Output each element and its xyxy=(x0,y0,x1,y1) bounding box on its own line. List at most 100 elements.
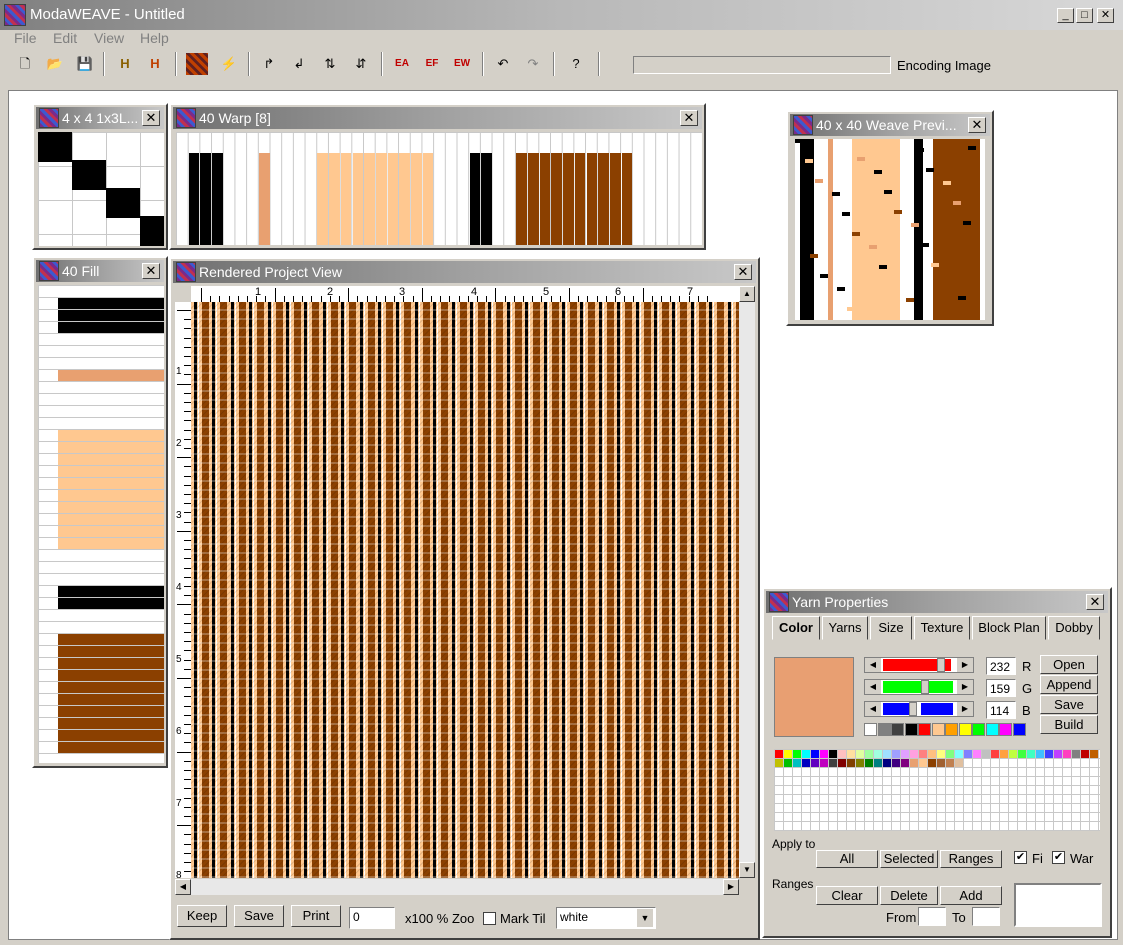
rotate-right-icon[interactable]: ↱ xyxy=(258,53,280,75)
close-icon[interactable]: ✕ xyxy=(142,110,160,126)
open-folder-icon[interactable]: 📂 xyxy=(44,53,66,75)
warp-thread xyxy=(200,153,212,245)
save-disk-icon[interactable]: 💾 xyxy=(74,53,96,75)
render-window-title[interactable]: Rendered Project View ✕ xyxy=(173,261,756,283)
menu-view[interactable]: View xyxy=(94,30,124,46)
background-color-select[interactable]: white ▼ xyxy=(556,907,656,929)
blue-slider[interactable]: ◀ ▶ xyxy=(864,701,974,717)
render-window[interactable]: Rendered Project View ✕ 1234567 12345678 … xyxy=(169,257,760,940)
build-button[interactable]: Build xyxy=(1040,715,1098,734)
clear-button[interactable]: Clear xyxy=(816,886,878,905)
chevron-right-icon[interactable]: ▶ xyxy=(957,680,973,694)
tab-color[interactable]: Color xyxy=(772,616,820,640)
green-slider[interactable]: ◀ ▶ xyxy=(864,679,974,695)
close-icon[interactable]: ✕ xyxy=(1097,8,1114,23)
vertical-scrollbar[interactable]: ▲ ▼ xyxy=(739,286,755,878)
help-icon[interactable]: ? xyxy=(565,53,587,75)
scroll-left-icon[interactable]: ◀ xyxy=(175,879,191,895)
undo-icon[interactable]: ↶ xyxy=(492,53,514,75)
ea-icon[interactable]: EA xyxy=(391,53,413,75)
tab-yarns[interactable]: Yarns xyxy=(822,616,868,640)
ef-icon[interactable]: EF xyxy=(421,53,443,75)
quick-palette[interactable] xyxy=(864,723,1032,737)
weave-pattern-icon[interactable] xyxy=(186,53,208,75)
h-tool-icon[interactable]: H xyxy=(114,53,136,75)
pattern-grid[interactable] xyxy=(38,132,164,246)
red-slider-thumb[interactable] xyxy=(937,658,945,672)
fill-window-title[interactable]: 40 Fill ✕ xyxy=(36,260,164,282)
pattern-window[interactable]: 4 x 4 1x3L... ✕ xyxy=(32,103,168,250)
minimize-icon[interactable]: _ xyxy=(1057,8,1074,23)
flip-down-icon[interactable]: ⇅ xyxy=(319,53,341,75)
maximize-icon[interactable]: □ xyxy=(1076,8,1093,23)
tab-dobby[interactable]: Dobby xyxy=(1048,616,1100,640)
scroll-right-icon[interactable]: ▶ xyxy=(723,879,739,895)
warp-checkbox[interactable]: ✔ xyxy=(1052,851,1065,864)
menu-edit[interactable]: Edit xyxy=(53,30,77,46)
fill-window[interactable]: 40 Fill ✕ xyxy=(32,256,168,768)
close-icon[interactable]: ✕ xyxy=(734,264,752,280)
close-icon[interactable]: ✕ xyxy=(1086,594,1104,610)
h-alt-tool-icon[interactable]: H xyxy=(144,53,166,75)
preview-window-title[interactable]: 40 x 40 Weave Previ... ✕ xyxy=(790,114,990,136)
append-button[interactable]: Append xyxy=(1040,675,1098,694)
mark-tile-checkbox[interactable] xyxy=(483,912,496,925)
menu-file[interactable]: File xyxy=(14,30,37,46)
rotate-left-icon[interactable]: ↲ xyxy=(288,53,310,75)
scroll-up-icon[interactable]: ▲ xyxy=(739,286,755,302)
warp-grid[interactable] xyxy=(176,132,702,245)
chevron-left-icon[interactable]: ◀ xyxy=(865,702,881,716)
pattern-window-title[interactable]: 4 x 4 1x3L... ✕ xyxy=(36,107,164,129)
add-button[interactable]: Add xyxy=(940,886,1002,905)
chevron-left-icon[interactable]: ◀ xyxy=(865,658,881,672)
rendered-fabric[interactable] xyxy=(191,302,739,878)
close-icon[interactable]: ✕ xyxy=(680,110,698,126)
fill-checkbox[interactable]: ✔ xyxy=(1014,851,1027,864)
lightning-icon[interactable]: ⚡ xyxy=(218,53,240,75)
open-button[interactable]: Open xyxy=(1040,655,1098,674)
ew-icon[interactable]: EW xyxy=(451,53,473,75)
tab-texture[interactable]: Texture xyxy=(914,616,970,640)
color-palette-grid[interactable] xyxy=(774,749,1100,831)
red-slider[interactable]: ◀ ▶ xyxy=(864,657,974,673)
preview-window[interactable]: 40 x 40 Weave Previ... ✕ xyxy=(786,110,994,326)
redo-icon[interactable]: ↷ xyxy=(522,53,544,75)
warp-window[interactable]: 40 Warp [8] ✕ xyxy=(169,103,706,250)
fill-grid[interactable] xyxy=(38,285,164,763)
keep-button[interactable]: Keep xyxy=(177,905,227,927)
red-value-input[interactable]: 232 xyxy=(986,657,1016,675)
scroll-down-icon[interactable]: ▼ xyxy=(739,862,755,878)
apply-all-button[interactable]: All xyxy=(816,850,878,868)
green-slider-thumb[interactable] xyxy=(921,680,929,694)
delete-button[interactable]: Delete xyxy=(880,886,938,905)
chevron-left-icon[interactable]: ◀ xyxy=(865,680,881,694)
horizontal-scrollbar[interactable]: ◀ ▶ xyxy=(175,879,739,895)
green-value-input[interactable]: 159 xyxy=(986,679,1016,697)
tab-block-plan[interactable]: Block Plan xyxy=(972,616,1046,640)
yarn-properties-window[interactable]: Yarn Properties ✕ Color Yarns Size Textur… xyxy=(762,587,1112,938)
to-input[interactable] xyxy=(972,907,1000,926)
print-button[interactable]: Print xyxy=(291,905,341,927)
chevron-right-icon[interactable]: ▶ xyxy=(957,658,973,672)
chevron-down-icon[interactable]: ▼ xyxy=(637,909,653,927)
from-input[interactable] xyxy=(918,907,946,926)
close-icon[interactable]: ✕ xyxy=(142,263,160,279)
yarn-window-title[interactable]: Yarn Properties ✕ xyxy=(766,591,1108,613)
apply-ranges-button[interactable]: Ranges xyxy=(940,850,1002,868)
chevron-right-icon[interactable]: ▶ xyxy=(957,702,973,716)
warp-window-title[interactable]: 40 Warp [8] ✕ xyxy=(173,107,702,129)
preview-float xyxy=(953,201,961,205)
tab-size[interactable]: Size xyxy=(870,616,912,640)
save-button[interactable]: Save xyxy=(234,905,284,927)
close-icon[interactable]: ✕ xyxy=(968,117,986,133)
apply-selected-button[interactable]: Selected xyxy=(880,850,938,868)
menu-help[interactable]: Help xyxy=(140,30,169,46)
zoom-input[interactable]: 0 xyxy=(349,907,395,929)
ranges-list[interactable] xyxy=(1014,883,1102,927)
blue-slider-thumb[interactable] xyxy=(909,702,917,716)
new-file-icon[interactable]: 🗋 xyxy=(14,53,36,75)
flip-up-icon[interactable]: ⇵ xyxy=(350,53,372,75)
save-palette-button[interactable]: Save xyxy=(1040,695,1098,714)
blue-value-input[interactable]: 114 xyxy=(986,701,1016,719)
ruler-label: 5 xyxy=(543,286,550,298)
